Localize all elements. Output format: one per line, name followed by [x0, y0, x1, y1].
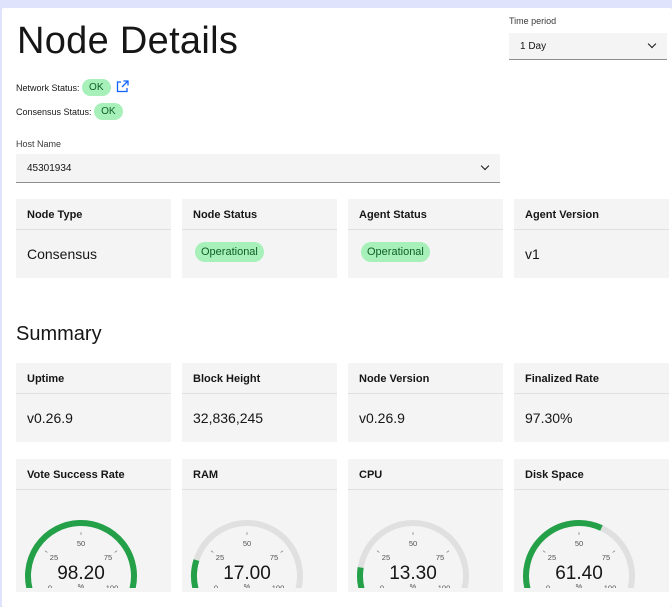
external-link-icon[interactable]: [116, 80, 129, 95]
cpu-card: CPU 0 25 50 75 100 13.30%: [348, 459, 503, 592]
gauge-unit: %: [78, 582, 85, 588]
card-title: Finalized Rate: [514, 363, 669, 394]
gauge-tick-label: 0: [380, 583, 384, 588]
network-status-label: Network Status:: [16, 82, 80, 93]
finalized-rate-card: Finalized Rate 97.30%: [514, 363, 669, 442]
card-title: Uptime: [16, 363, 171, 394]
gauge-svg: 0 25 50 75 10013.30%: [357, 519, 469, 588]
time-period-value: 1 Day: [520, 41, 547, 52]
gauge-tick-label: 25: [216, 553, 224, 562]
card-title: RAM: [182, 459, 337, 490]
vote-success-rate-card: Vote Success Rate 0 25 50 75 100 98.20%: [16, 459, 171, 592]
gauge-tick-label: 25: [382, 553, 390, 562]
card-title: Node Status: [182, 199, 337, 230]
finalized-rate-value: 97.30%: [525, 410, 573, 426]
gauge-tick-label: 100: [106, 583, 119, 588]
gauge: 0 25 50 75 100 98.20%: [16, 490, 171, 588]
gauge: 0 25 50 75 100 17.00%: [182, 490, 337, 588]
host-name-select[interactable]: 45301934: [16, 154, 500, 183]
page-title: Node Details: [17, 20, 239, 62]
gauge-tick-label: 50: [243, 539, 251, 548]
gauge-fill: [191, 559, 200, 588]
network-status-badge: OK: [82, 79, 111, 96]
gauge-tick-label: 100: [272, 583, 285, 588]
gauge-value: 13.30: [389, 563, 437, 584]
node-version-value: v0.26.9: [359, 410, 405, 426]
gauge-value: 17.00: [223, 563, 271, 584]
gauge-tick: [114, 550, 118, 553]
uptime-value: v0.26.9: [27, 410, 73, 426]
chevron-down-icon: [647, 39, 657, 49]
gauge-value: 98.20: [57, 563, 105, 584]
gauge-tick: [210, 550, 214, 553]
gauge-tick-label: 50: [575, 539, 583, 548]
agent-version-value: v1: [525, 246, 540, 262]
card-title: Agent Version: [514, 199, 669, 230]
time-period-select[interactable]: 1 Day: [509, 33, 667, 60]
disk-space-card: Disk Space 0 25 50 75 100 61.40%: [514, 459, 669, 592]
node-type-card: Node Type Consensus: [16, 199, 171, 278]
agent-version-card: Agent Version v1: [514, 199, 669, 278]
gauge-tick: [44, 550, 48, 553]
card-title: Node Version: [348, 363, 503, 394]
gauge-tick-label: 75: [436, 553, 444, 562]
consensus-status-label: Consensus Status:: [16, 106, 92, 117]
gauge-unit: %: [244, 582, 251, 588]
time-period-label: Time period: [509, 16, 557, 26]
card-title: Node Type: [16, 199, 171, 230]
uptime-card: Uptime v0.26.9: [16, 363, 171, 442]
card-title: CPU: [348, 459, 503, 490]
gauge-svg: 0 25 50 75 10061.40%: [523, 519, 635, 588]
agent-status-badge: Operational: [361, 242, 430, 262]
gauge-tick-label: 50: [77, 539, 85, 548]
consensus-status-row: Consensus Status: OK: [16, 103, 123, 120]
card-title: Disk Space: [514, 459, 669, 490]
block-height-card: Block Height 32,836,245: [182, 363, 337, 442]
gauge-svg: 0 25 50 75 10098.20%: [25, 519, 137, 588]
node-type-value: Consensus: [27, 246, 98, 262]
gauge-tick: [446, 550, 450, 553]
gauge-tick-label: 75: [602, 553, 610, 562]
block-height-value: 32,836,245: [193, 410, 264, 426]
gauge-unit: %: [576, 582, 583, 588]
gauge-value: 61.40: [555, 563, 603, 584]
gauge-tick-label: 25: [50, 553, 58, 562]
node-status-card: Node Status Operational: [182, 199, 337, 278]
host-name-label: Host Name: [16, 139, 62, 149]
gauge-tick-label: 25: [548, 553, 556, 562]
gauge-tick-label: 100: [604, 583, 617, 588]
gauge: 0 25 50 75 100 13.30%: [348, 490, 503, 588]
gauge-tick: [376, 550, 380, 553]
node-version-card: Node Version v0.26.9: [348, 363, 503, 442]
card-title: Agent Status: [348, 199, 503, 230]
ram-card: RAM 0 25 50 75 100 17.00%: [182, 459, 337, 592]
gauge-tick: [542, 550, 546, 553]
gauge: 0 25 50 75 100 61.40%: [514, 490, 669, 588]
page-container: Node Details Time period 1 Day Network S…: [2, 8, 672, 607]
agent-status-card: Agent Status Operational: [348, 199, 503, 278]
gauge-tick-label: 0: [48, 583, 52, 588]
gauge-tick-label: 0: [546, 583, 550, 588]
host-name-value: 45301934: [27, 163, 72, 174]
gauge-tick: [612, 550, 616, 553]
gauge-unit: %: [410, 582, 417, 588]
chevron-down-icon: [480, 161, 490, 171]
gauge-svg: 0 25 50 75 10017.00%: [191, 519, 303, 588]
card-title: Block Height: [182, 363, 337, 394]
summary-title: Summary: [16, 323, 102, 345]
gauge-fill: [357, 566, 365, 588]
gauge-tick-label: 75: [104, 553, 112, 562]
consensus-status-badge: OK: [94, 103, 123, 120]
gauge-tick-label: 75: [270, 553, 278, 562]
node-status-badge: Operational: [195, 242, 264, 262]
gauge-tick-label: 50: [409, 539, 417, 548]
gauge-tick-label: 100: [438, 583, 451, 588]
gauge-tick-label: 0: [214, 583, 218, 588]
network-status-row: Network Status: OK: [16, 79, 129, 96]
card-title: Vote Success Rate: [16, 459, 171, 490]
gauge-tick: [280, 550, 284, 553]
